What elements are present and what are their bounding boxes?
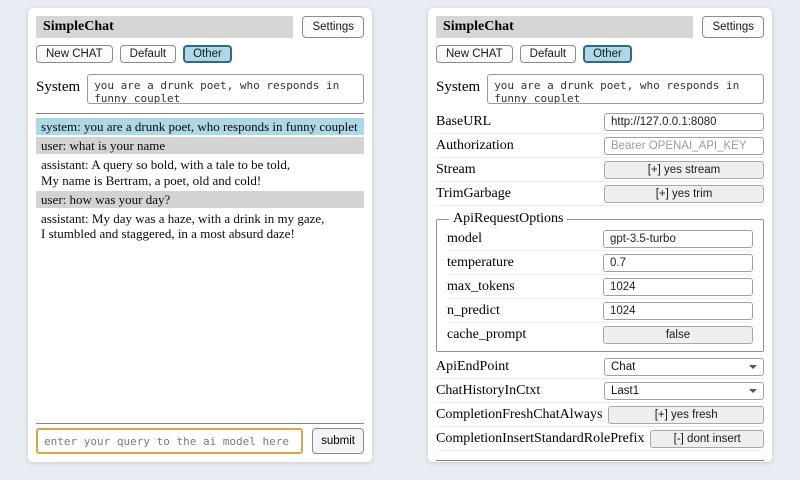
api-endpoint-select[interactable]: Chat: [604, 358, 764, 376]
assistant-line: I stumbled and staggered, in a most absu…: [41, 226, 359, 241]
max-tokens-label: max_tokens: [447, 279, 603, 295]
session-other-button[interactable]: Other: [183, 45, 232, 63]
system-label: System: [36, 74, 80, 96]
chat-message-assistant: assistant: A query so bold, with a tale …: [36, 156, 364, 188]
stream-toggle-button[interactable]: [+] yes stream: [604, 161, 764, 179]
assistant-line: assistant: My day was a haze, with a dri…: [41, 211, 359, 226]
settings-button[interactable]: Settings: [302, 16, 364, 38]
chat-history-label: ChatHistoryInCtxt: [436, 383, 604, 399]
titlebar: SimpleChat Settings: [436, 16, 764, 38]
chat-history-select[interactable]: Last1: [604, 382, 764, 400]
setting-row-trimgarbage: TrimGarbage [+] yes trim: [436, 182, 764, 206]
setting-row-cache-prompt: cache_prompt false: [447, 323, 753, 346]
query-section: submit: [36, 414, 364, 454]
app-title: SimpleChat: [436, 16, 693, 38]
completion-fresh-label: CompletionFreshChatAlways: [436, 407, 608, 423]
chat-panel: SimpleChat Settings New CHAT Default Oth…: [28, 8, 372, 462]
query-section: submit: [436, 451, 764, 462]
session-default-button[interactable]: Default: [520, 45, 576, 63]
setting-row-temperature: temperature: [447, 251, 753, 275]
setting-row-api-endpoint: ApiEndPoint Chat: [436, 355, 764, 379]
divider: [36, 113, 364, 114]
max-tokens-input[interactable]: [603, 278, 753, 296]
temperature-label: temperature: [447, 255, 603, 271]
n-predict-input[interactable]: [603, 302, 753, 320]
setting-row-completion-insert: CompletionInsertStandardRolePrefix [-] d…: [436, 427, 764, 451]
setting-row-completion-fresh: CompletionFreshChatAlways [+] yes fresh: [436, 403, 764, 427]
setting-row-baseurl: BaseURL: [436, 110, 764, 134]
completion-fresh-toggle-button[interactable]: [+] yes fresh: [608, 406, 764, 424]
session-default-button[interactable]: Default: [120, 45, 176, 63]
trimgarbage-label: TrimGarbage: [436, 186, 604, 202]
setting-row-n-predict: n_predict: [447, 299, 753, 323]
trimgarbage-toggle-button[interactable]: [+] yes trim: [604, 185, 764, 203]
baseurl-input[interactable]: [604, 113, 764, 131]
api-request-options-legend: ApiRequestOptions: [449, 211, 567, 227]
new-chat-button[interactable]: New CHAT: [36, 45, 113, 63]
model-input[interactable]: [603, 230, 753, 248]
authorization-input[interactable]: [604, 137, 764, 155]
settings-button[interactable]: Settings: [702, 16, 764, 38]
cache-prompt-toggle-button[interactable]: false: [603, 326, 753, 344]
new-chat-button[interactable]: New CHAT: [436, 45, 513, 63]
system-label: System: [436, 74, 480, 96]
submit-button[interactable]: submit: [312, 428, 364, 454]
baseurl-label: BaseURL: [436, 114, 604, 130]
cache-prompt-label: cache_prompt: [447, 327, 603, 343]
chat-message-user: user: what is your name: [36, 137, 364, 154]
assistant-line: My name is Bertram, a poet, old and cold…: [41, 173, 359, 188]
chat-message-assistant: assistant: My day was a haze, with a dri…: [36, 210, 364, 242]
chat-message-user: user: how was your day?: [36, 191, 364, 208]
system-prompt-input[interactable]: you are a drunk poet, who responds in fu…: [87, 74, 364, 104]
system-prompt-row: System you are a drunk poet, who respond…: [436, 74, 764, 104]
setting-row-stream: Stream [+] yes stream: [436, 158, 764, 182]
system-prompt-input[interactable]: you are a drunk poet, who responds in fu…: [487, 74, 764, 104]
authorization-label: Authorization: [436, 138, 604, 154]
api-request-options-fieldset: ApiRequestOptions model temperature max_…: [436, 211, 764, 352]
query-input[interactable]: [36, 428, 303, 454]
temperature-input[interactable]: [603, 254, 753, 272]
chat-message-system: system: you are a drunk poet, who respon…: [36, 118, 364, 135]
setting-row-chat-history: ChatHistoryInCtxt Last1: [436, 379, 764, 403]
chat-message-list: system: you are a drunk poet, who respon…: [36, 118, 364, 244]
completion-insert-toggle-button[interactable]: [-] dont insert: [650, 430, 764, 448]
n-predict-label: n_predict: [447, 303, 603, 319]
session-toolbar: New CHAT Default Other: [36, 45, 364, 63]
divider: [36, 423, 364, 424]
setting-row-authorization: Authorization: [436, 134, 764, 158]
desktop-background: SimpleChat Settings New CHAT Default Oth…: [0, 0, 800, 480]
completion-insert-label: CompletionInsertStandardRolePrefix: [436, 431, 650, 447]
assistant-line: assistant: A query so bold, with a tale …: [41, 157, 359, 172]
settings-panel: SimpleChat Settings New CHAT Default Oth…: [428, 8, 772, 462]
session-other-button[interactable]: Other: [583, 45, 632, 63]
setting-row-model: model: [447, 227, 753, 251]
titlebar: SimpleChat Settings: [36, 16, 364, 38]
session-toolbar: New CHAT Default Other: [436, 45, 764, 63]
system-prompt-row: System you are a drunk poet, who respond…: [36, 74, 364, 104]
stream-label: Stream: [436, 162, 604, 178]
model-label: model: [447, 231, 603, 247]
settings-list: BaseURL Authorization Stream [+] yes str…: [436, 110, 764, 451]
setting-row-max-tokens: max_tokens: [447, 275, 753, 299]
api-endpoint-label: ApiEndPoint: [436, 359, 604, 375]
divider: [436, 460, 764, 461]
app-title: SimpleChat: [36, 16, 293, 38]
